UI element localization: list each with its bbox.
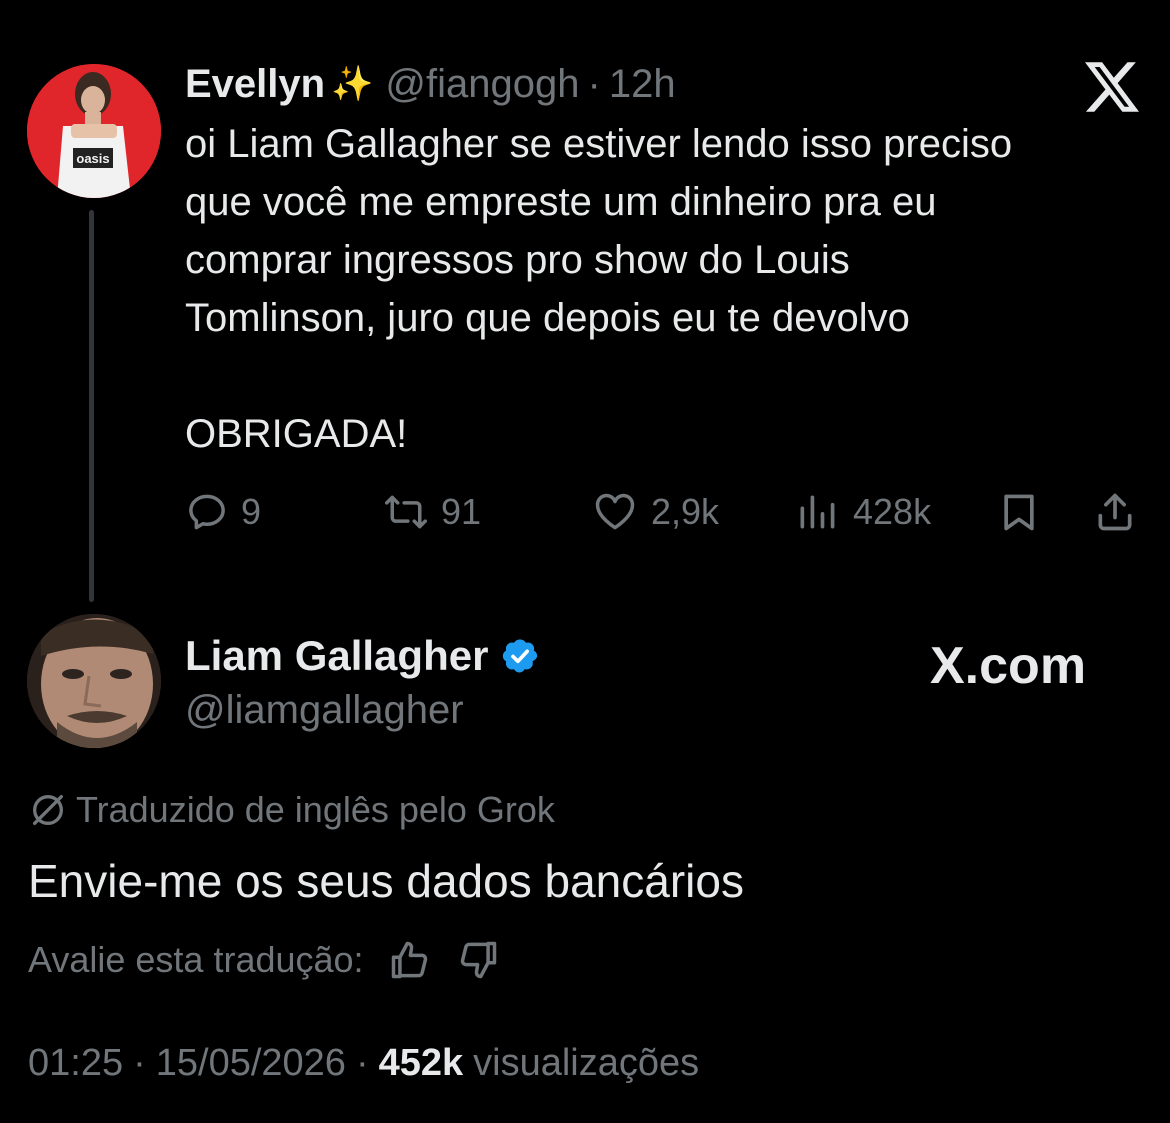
author-handle[interactable]: @fiangogh (385, 62, 579, 107)
views-button[interactable]: 428k (793, 484, 931, 540)
heart-icon (595, 493, 635, 530)
views-count: 428k (853, 491, 932, 532)
tweet-actions-bar: 9 91 2,9k 428k (185, 484, 1145, 540)
rate-translation-row: Avalie esta tradução: (28, 934, 500, 986)
retweet-button[interactable]: 91 (383, 484, 481, 540)
avatar-liam-gallagher[interactable] (27, 614, 161, 748)
reply-tweet-text: Envie-me os seus dados bancários (28, 855, 744, 907)
x-logo-icon (1085, 62, 1139, 112)
sparkles-emoji: ✨ (331, 65, 374, 103)
thread-connector-line (89, 210, 94, 602)
reply-icon (189, 494, 225, 530)
thumbs-up-icon[interactable] (388, 938, 432, 982)
reply-views-count: 452k (378, 1041, 464, 1084)
avatar-evellyn[interactable]: oasis (27, 64, 161, 198)
reply-views-label: visualizações (473, 1041, 700, 1084)
avatar-evellyn-image: oasis (27, 64, 161, 198)
reply-date[interactable]: 15/05/2026 (156, 1042, 346, 1085)
tweet-time[interactable]: 12h (609, 62, 676, 107)
author-name[interactable]: Evellyn (185, 62, 325, 107)
x-com-watermark: X.com (930, 637, 1087, 695)
translation-note-text: Traduzido de inglês pelo Grok (76, 789, 555, 830)
reply-tweet-header: Liam Gallagher (185, 628, 540, 684)
like-button[interactable]: 2,9k (591, 484, 719, 540)
views-icon (800, 495, 835, 529)
like-count: 2,9k (651, 491, 720, 532)
bookmark-icon (1004, 494, 1034, 531)
separator-dot: · (133, 1041, 146, 1084)
bookmark-button[interactable] (997, 484, 1041, 540)
reply-author-handle[interactable]: @liamgallagher (185, 684, 464, 736)
translation-note: Traduzido de inglês pelo Grok (28, 786, 555, 834)
original-tweet-text: oi Liam Gallagher se estiver lendo isso … (185, 122, 1013, 456)
thumbs-down-icon[interactable] (456, 938, 500, 982)
verified-badge-icon[interactable] (500, 636, 540, 676)
separator-dot: · (355, 1041, 369, 1084)
original-tweet-header: Evellyn ✨ @fiangogh · 12h (185, 56, 676, 112)
share-icon (1098, 493, 1132, 531)
retweet-count: 91 (441, 491, 482, 532)
reply-meta-footer: 01:25 · 15/05/2026 · 452k visualizações (28, 1036, 699, 1090)
reply-count: 9 (241, 491, 262, 532)
reply-button[interactable]: 9 (185, 484, 261, 540)
avatar-shirt-text: oasis (76, 151, 109, 166)
reply-time[interactable]: 01:25 (28, 1042, 123, 1085)
rate-translation-label: Avalie esta tradução: (28, 939, 364, 980)
separator-dot: · (587, 61, 601, 106)
avatar-liam-image (27, 614, 161, 748)
share-button[interactable] (1093, 484, 1137, 540)
retweet-icon (385, 495, 427, 529)
reply-author-name[interactable]: Liam Gallagher (185, 632, 488, 680)
grok-icon (33, 795, 63, 825)
